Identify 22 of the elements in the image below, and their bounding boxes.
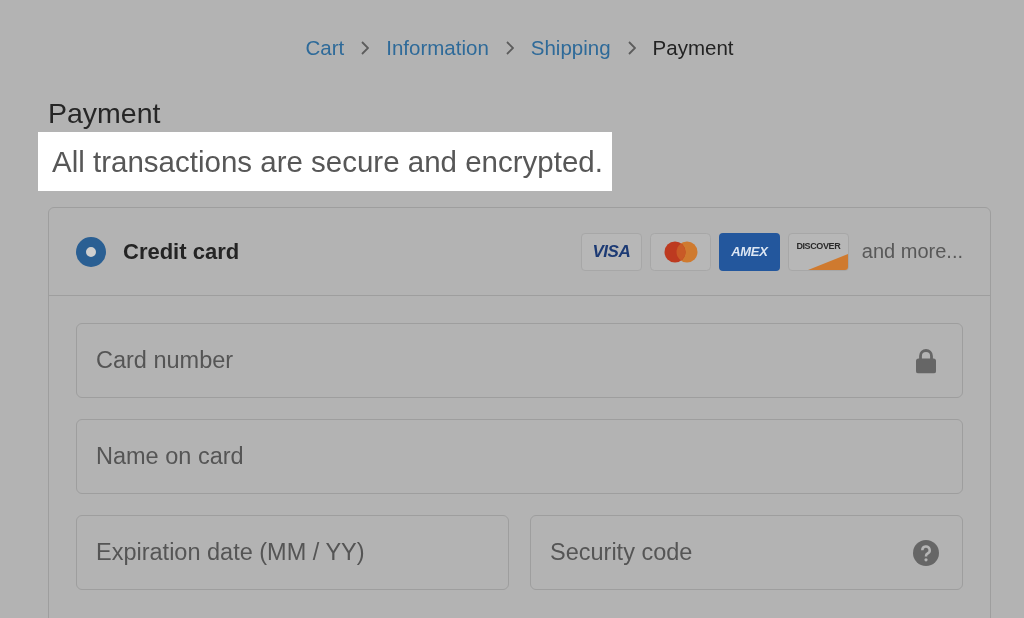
card-logo: DISCOVER xyxy=(787,232,849,271)
card-logo: VISA xyxy=(580,232,642,271)
breadcrumb-link[interactable]: Information xyxy=(386,36,489,60)
section-title: Payment xyxy=(48,97,161,129)
lock-icon xyxy=(915,348,937,373)
input-field[interactable]: Security code xyxy=(530,515,963,590)
breadcrumb-current: Payment xyxy=(652,36,734,60)
chevron-icon xyxy=(627,41,636,55)
notice-text: All transactions are secure and encrypted. xyxy=(38,132,612,191)
card-logo: AMEX xyxy=(718,232,780,271)
input-field[interactable]: Card number xyxy=(76,323,963,398)
breadcrumb-link[interactable]: Cart xyxy=(305,36,345,60)
input-field[interactable]: Name on card xyxy=(76,419,963,494)
chevron-icon xyxy=(361,41,370,55)
help-icon[interactable] xyxy=(913,539,939,566)
overlapping-circles-icon xyxy=(649,232,711,271)
input-field[interactable]: Expiration date (MM / YY) xyxy=(76,515,509,590)
chevron-icon xyxy=(505,41,514,55)
radio-button[interactable] xyxy=(76,236,106,267)
more-text: and more... xyxy=(861,240,963,263)
breadcrumb-link[interactable]: Shipping xyxy=(530,36,611,60)
option-label: Credit card xyxy=(123,238,240,265)
